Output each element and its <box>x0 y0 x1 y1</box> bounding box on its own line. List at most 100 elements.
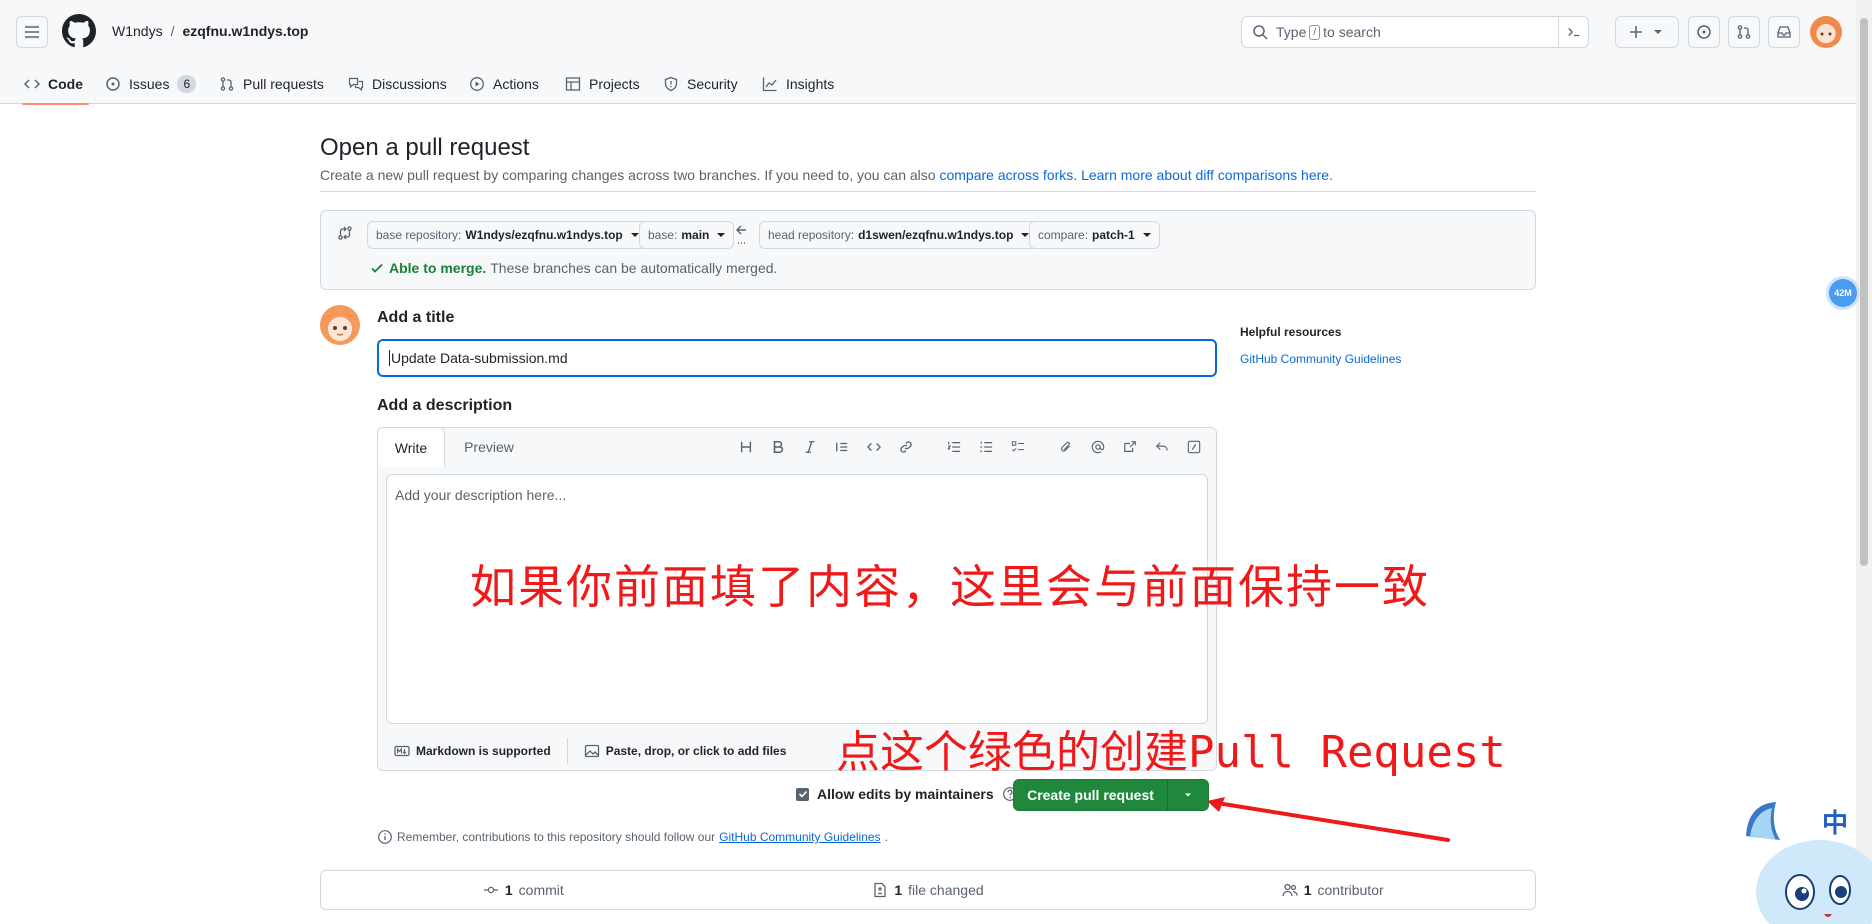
scrollbar-thumb[interactable] <box>1860 18 1868 566</box>
cross-reference-button[interactable] <box>1120 437 1140 457</box>
triangle-down-icon <box>630 233 639 237</box>
compare-branch-select[interactable]: compare: patch-1 <box>1029 221 1160 249</box>
command-palette-button[interactable] <box>1558 17 1588 47</box>
allow-edits-option[interactable]: Allow edits by maintainers <box>796 786 1018 802</box>
comment-discussion-icon <box>348 77 364 92</box>
base-branch-value: main <box>681 228 710 242</box>
git-pull-request-icon <box>220 77 234 91</box>
issue-opened-icon <box>106 77 120 91</box>
tab-write[interactable]: Write <box>377 427 445 467</box>
user-avatar[interactable] <box>1810 16 1842 48</box>
attach-files-label: Paste, drop, or click to add files <box>605 744 787 758</box>
sidebar-guidelines-link[interactable]: GitHub Community Guidelines <box>1240 352 1401 366</box>
contributors-stat[interactable]: 1 contributor <box>1130 871 1535 909</box>
inbox-icon <box>1777 26 1791 38</box>
issues-button[interactable] <box>1688 16 1720 48</box>
task-list-button[interactable] <box>1008 437 1028 457</box>
tab-preview[interactable]: Preview <box>445 428 533 466</box>
italic-button[interactable] <box>800 437 820 457</box>
search-icon <box>1253 25 1268 40</box>
check-icon <box>371 263 383 273</box>
base-repository-value: W1ndys/ezqfnu.w1ndys.top <box>465 228 623 242</box>
files-stat[interactable]: 1 file changed <box>726 871 1131 909</box>
base-repository-select[interactable]: base repository: W1ndys/ezqfnu.w1ndys.to… <box>367 221 648 249</box>
attach-button[interactable] <box>1056 437 1076 457</box>
github-logo-icon[interactable] <box>62 14 96 48</box>
ordered-list-button[interactable] <box>944 437 964 457</box>
title-input[interactable]: Update Data-submission.md <box>377 339 1217 377</box>
unordered-list-button[interactable] <box>976 437 996 457</box>
tab-issues-label: Issues <box>129 76 170 92</box>
create-pull-request-label[interactable]: Create pull request <box>1014 780 1168 810</box>
triangle-down-icon <box>1654 30 1662 34</box>
allow-edits-checkbox[interactable] <box>796 787 809 801</box>
search-placeholder-after: to search <box>1323 24 1381 40</box>
breadcrumb-owner[interactable]: W1ndys <box>112 23 163 39</box>
breadcrumb-separator: / <box>170 23 175 39</box>
avatar-face-icon <box>1814 23 1838 36</box>
image-icon <box>584 744 599 758</box>
mascot-icon[interactable]: 中 <box>1740 796 1872 924</box>
issues-count-badge: 6 <box>177 75 197 93</box>
tab-pull-requests[interactable]: Pull requests <box>219 64 324 104</box>
code-icon <box>867 443 881 451</box>
tab-security[interactable]: Security <box>663 64 738 104</box>
tab-projects-label: Projects <box>589 76 640 92</box>
tab-discussions-label: Discussions <box>372 76 447 92</box>
tab-code[interactable]: Code <box>22 64 89 105</box>
repo-nav: Code Issues 6 Pull requests Discussions … <box>0 64 1856 105</box>
mention-button[interactable] <box>1088 437 1108 457</box>
learn-more-link[interactable]: Learn more about diff comparisons here. <box>1081 167 1333 183</box>
head-repository-select[interactable]: head repository: d1swen/ezqfnu.w1ndys.to… <box>759 221 1039 249</box>
community-guidelines-link[interactable]: GitHub Community Guidelines <box>719 830 880 844</box>
git-pull-request-icon <box>1737 25 1751 39</box>
search-input[interactable]: Type / to search <box>1241 16 1589 48</box>
italic-icon <box>805 441 815 453</box>
tab-code-label: Code <box>48 76 83 92</box>
markdown-supported-label: Markdown is supported <box>416 744 551 758</box>
tab-security-label: Security <box>687 76 738 92</box>
compare-branch-label: compare: <box>1038 228 1089 242</box>
annotation-note-2: 点这个绿色的创建Pull Request <box>836 727 1506 778</box>
create-pull-request-button[interactable]: Create pull request <box>1013 779 1209 811</box>
create-options-dropdown[interactable] <box>1168 780 1208 810</box>
page-scrollbar[interactable] <box>1856 0 1872 924</box>
attach-files-button[interactable]: Paste, drop, or click to add files <box>568 743 803 759</box>
tab-actions[interactable]: Actions <box>469 64 539 104</box>
tab-insights-label: Insights <box>786 76 835 92</box>
summary-bar: 1 commit 1 file changed 1 contributor <box>320 870 1536 910</box>
triangle-down-icon <box>1185 793 1191 797</box>
contributors-count: 1 <box>1303 882 1312 898</box>
slash-commands-button[interactable] <box>1184 437 1204 457</box>
reply-button[interactable] <box>1152 437 1172 457</box>
terminal-icon <box>1567 28 1579 37</box>
tab-projects[interactable]: Projects <box>565 64 640 104</box>
speed-badge[interactable]: 42M <box>1829 279 1857 307</box>
author-avatar <box>320 305 360 345</box>
link-button[interactable] <box>896 437 916 457</box>
bold-button[interactable] <box>768 437 788 457</box>
tab-issues[interactable]: Issues 6 <box>105 64 197 104</box>
annotation-note-1: 如果你前面填了内容，这里会与前面保持一致 <box>470 560 1430 614</box>
pull-requests-button[interactable] <box>1728 16 1760 48</box>
description-placeholder: Add your description here... <box>395 487 567 503</box>
compare-across-forks-link[interactable]: compare across forks. <box>939 167 1077 183</box>
tasklist-icon <box>1011 441 1025 452</box>
create-new-button[interactable] <box>1615 16 1679 48</box>
inbox-button[interactable] <box>1768 16 1800 48</box>
tab-discussions[interactable]: Discussions <box>348 64 447 104</box>
compare-branch-value: patch-1 <box>1092 228 1135 242</box>
people-icon <box>1282 883 1298 897</box>
code-button[interactable] <box>864 437 884 457</box>
base-branch-select[interactable]: base: main <box>639 221 735 249</box>
breadcrumb-repo[interactable]: ezqfnu.w1ndys.top <box>182 23 308 39</box>
commits-label: commit <box>518 882 564 898</box>
commits-stat[interactable]: 1 commit <box>321 871 726 909</box>
menu-button[interactable] <box>16 16 48 48</box>
quote-button[interactable] <box>832 437 852 457</box>
git-commit-icon <box>483 886 498 894</box>
tab-insights[interactable]: Insights <box>762 64 834 104</box>
heading-button[interactable] <box>736 437 756 457</box>
base-repository-label: base repository: <box>376 228 462 242</box>
markdown-supported-link[interactable]: Markdown is supported <box>378 743 567 759</box>
